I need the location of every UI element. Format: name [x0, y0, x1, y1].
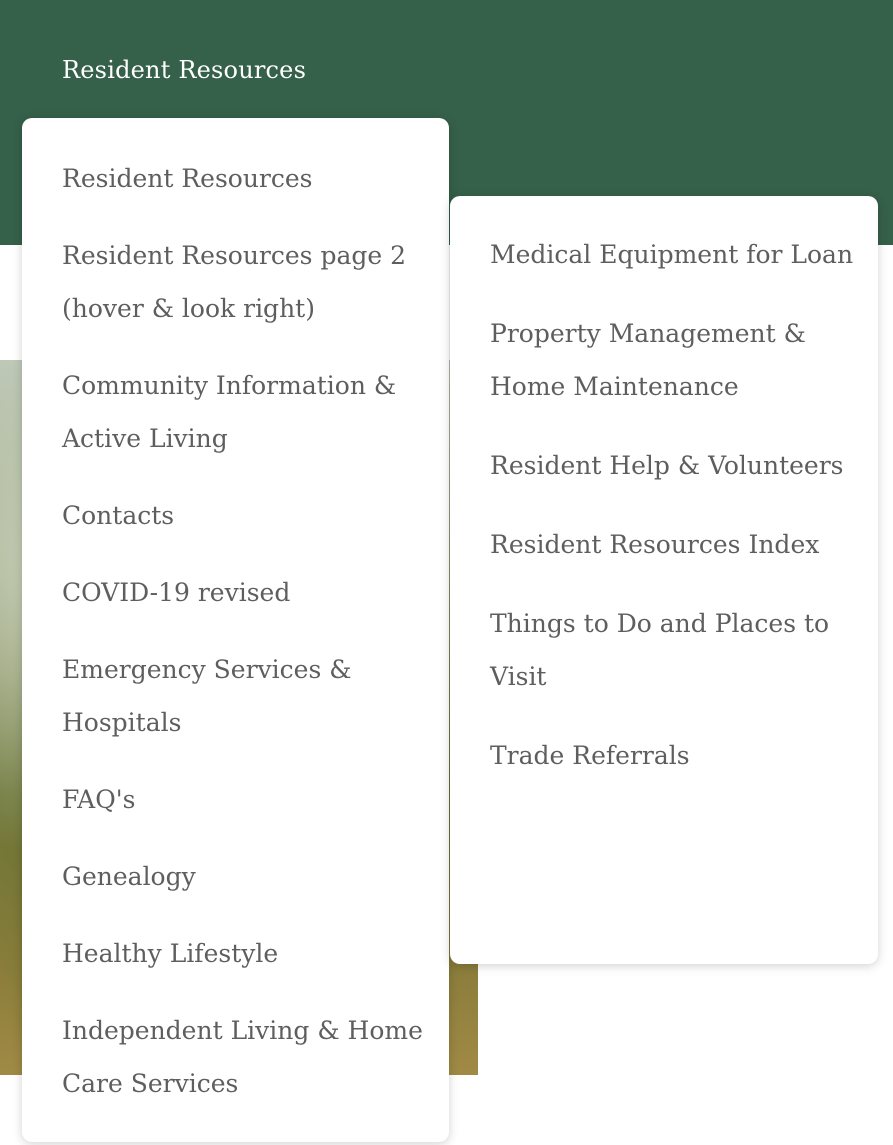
submenu-item-trade-referrals[interactable]: Trade Referrals [490, 729, 856, 782]
menu-item-resident-resources-page-2[interactable]: Resident Resources page 2 (hover & look … [62, 229, 427, 335]
menu-item-healthy-lifestyle[interactable]: Healthy Lifestyle [62, 927, 427, 980]
menu-item-independent-living[interactable]: Independent Living & Home Care Services [62, 1004, 427, 1110]
dropdown-submenu: Medical Equipment for Loan Property Mana… [450, 196, 878, 964]
submenu-item-medical-equipment[interactable]: Medical Equipment for Loan [490, 228, 856, 281]
submenu-item-resident-help[interactable]: Resident Help & Volunteers [490, 439, 856, 492]
menu-item-community-information[interactable]: Community Information & Active Living [62, 359, 427, 465]
menu-item-resident-resources[interactable]: Resident Resources [62, 152, 427, 205]
dropdown-menu-primary: Resident Resources Resident Resources pa… [22, 118, 449, 1142]
submenu-item-resources-index[interactable]: Resident Resources Index [490, 518, 856, 571]
menu-item-faqs[interactable]: FAQ's [62, 773, 427, 826]
nav-resident-resources[interactable]: Resident Resources [62, 52, 306, 88]
menu-item-contacts[interactable]: Contacts [62, 489, 427, 542]
submenu-item-property-management[interactable]: Property Management & Home Maintenance [490, 307, 856, 413]
menu-item-genealogy[interactable]: Genealogy [62, 850, 427, 903]
menu-item-emergency-services[interactable]: Emergency Services & Hospitals [62, 643, 427, 749]
menu-item-covid-19[interactable]: COVID-19 revised [62, 566, 427, 619]
submenu-item-things-to-do[interactable]: Things to Do and Places to Visit [490, 597, 856, 703]
